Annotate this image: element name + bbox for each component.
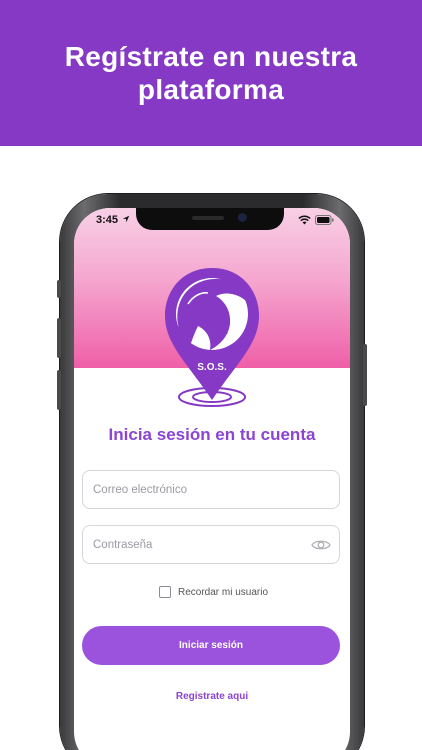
front-camera (238, 213, 247, 222)
banner-title: Regístrate en nuestra plataforma (64, 41, 358, 105)
status-time-text: 3:45 (96, 214, 119, 226)
login-button[interactable]: Iniciar sesión (82, 626, 340, 665)
wifi-icon (298, 215, 311, 225)
logo-text: S.O.S. (197, 362, 227, 373)
battery-icon (315, 215, 334, 225)
volume-down-button (57, 370, 61, 410)
sos-logo: S.O.S. (165, 268, 259, 407)
login-title: Inicia sesión en tu cuenta (108, 425, 316, 444)
promo-banner: Regístrate en nuestra plataforma (0, 0, 422, 146)
remember-user-row[interactable]: Recordar mi usuario (159, 586, 268, 598)
phone-notch (136, 208, 284, 230)
location-arrow-icon (122, 215, 130, 223)
power-button (363, 344, 367, 406)
show-password-eye-icon[interactable] (311, 539, 331, 551)
volume-up-button (57, 318, 61, 358)
remember-user-checkbox[interactable] (159, 586, 171, 598)
email-input[interactable] (82, 470, 340, 509)
phone-screen: 3:45 S.O.S. Inicia sesión en tu cuenta C… (74, 208, 350, 750)
status-time: 3:45 (96, 214, 130, 226)
remember-user-label: Recordar mi usuario (178, 586, 269, 598)
speaker-grille (192, 216, 224, 220)
register-link[interactable]: Registrate aqui (74, 691, 350, 702)
status-icons (298, 215, 334, 225)
mute-switch (57, 280, 61, 298)
password-input[interactable] (82, 525, 340, 564)
phone-frame: 3:45 S.O.S. Inicia sesión en tu cuenta C… (57, 194, 367, 750)
